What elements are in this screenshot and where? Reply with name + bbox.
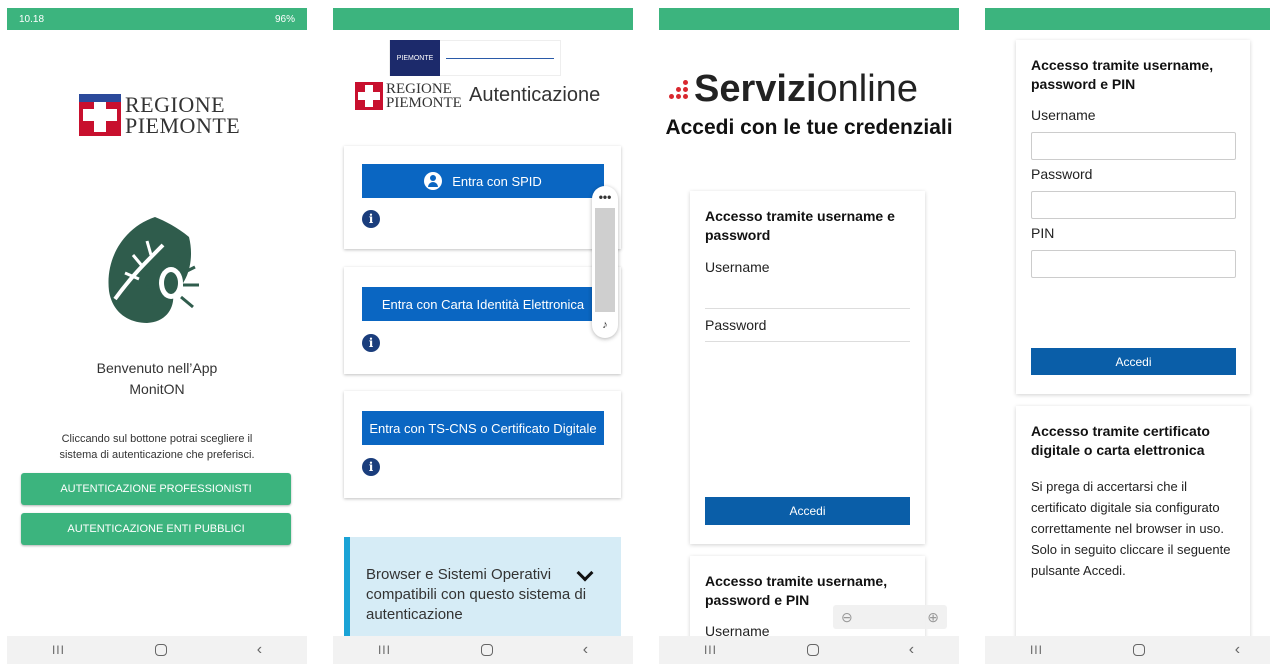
login-card-pin: Accesso tramite username, password e PIN…	[1016, 40, 1250, 394]
more-options-icon[interactable]: •••	[592, 186, 618, 208]
hint-line1: Cliccando sul bottone potrai scegliere i…	[61, 433, 253, 445]
brand-line2: PIEMONTE	[386, 95, 462, 111]
android-nav-bar: III ‹	[7, 636, 307, 664]
pin-input[interactable]	[1031, 250, 1236, 278]
cie-login-button[interactable]: Entra con Carta Identità Elettronica	[362, 287, 604, 321]
page-title: Autenticazione	[469, 84, 601, 106]
username-label: Username	[1031, 107, 1096, 123]
zoom-controls[interactable]: ⊖ ⊕	[833, 605, 947, 629]
home-button[interactable]	[480, 644, 493, 656]
logo-light: online	[816, 68, 918, 110]
password-input[interactable]	[1031, 191, 1236, 219]
recent-apps-button[interactable]: III	[52, 643, 65, 657]
back-button[interactable]: ‹	[583, 641, 588, 659]
login-subtitle: Accedi con le tue credenziali	[665, 116, 953, 139]
home-button[interactable]	[806, 644, 819, 656]
auth-professionisti-button[interactable]: AUTENTICAZIONE PROFESSIONISTI	[21, 473, 291, 505]
top-bar	[985, 8, 1270, 30]
recent-apps-button[interactable]: III	[704, 643, 717, 657]
cns-card: Entra con TS-CNS o Certificato Digitale …	[344, 391, 621, 498]
screen-servizionline: Servizi online Accedi con le tue credenzi…	[659, 8, 959, 664]
screen-login-pin: Accesso tramite username, password e PIN…	[985, 8, 1270, 664]
status-bar: 10.18 96%	[7, 8, 307, 30]
username-input[interactable]	[1031, 132, 1236, 160]
status-time: 10.18	[19, 13, 45, 25]
spid-card: Entra con SPID i	[344, 146, 621, 249]
auth-enti-pubblici-button[interactable]: AUTENTICAZIONE ENTI PUBBLICI	[21, 513, 291, 545]
piemonte-banner: PIEMONTE	[389, 40, 561, 76]
screen-autenticazione: PIEMONTE REGIONE PIEMONTE Autenticazione…	[333, 8, 633, 664]
back-button[interactable]: ‹	[909, 641, 914, 659]
audio-icon[interactable]: ♪	[592, 312, 618, 338]
cie-card: Entra con Carta Identità Elettronica i	[344, 267, 621, 374]
info-icon[interactable]: i	[362, 334, 380, 352]
regione-piemonte-logo: REGIONE PIEMONTE	[355, 81, 462, 111]
spid-login-button[interactable]: Entra con SPID	[362, 164, 604, 198]
info-icon[interactable]: i	[362, 458, 380, 476]
browser-compat-accordion[interactable]: Browser e Sistemi Operativi compatibili …	[344, 537, 621, 637]
card-title: Accesso tramite username, password e PIN	[1031, 57, 1214, 92]
android-nav-bar: III ‹	[985, 636, 1270, 664]
auth-hint: Cliccando sul bottone potrai scegliere i…	[27, 431, 287, 463]
dots-icon	[669, 80, 688, 99]
accedi-button[interactable]: Accedi	[705, 497, 910, 525]
leaf-bug-icon	[103, 213, 209, 332]
certificate-card: Accesso tramite certificato digitale o c…	[1016, 406, 1250, 646]
top-bar	[659, 8, 959, 30]
username-input[interactable]	[705, 281, 910, 309]
home-button[interactable]	[1132, 644, 1145, 656]
user-icon	[424, 172, 443, 190]
zoom-in-icon[interactable]: ⊕	[927, 609, 939, 626]
password-label: Password	[1031, 166, 1093, 182]
accedi-button[interactable]: Accedi	[1031, 348, 1236, 375]
android-nav-bar: III ‹	[659, 636, 959, 664]
recent-apps-button[interactable]: III	[378, 643, 391, 657]
pin-label: PIN	[1031, 225, 1055, 241]
panel-slider[interactable]	[595, 208, 615, 312]
piemonte-flag-icon	[355, 82, 383, 110]
cns-login-button[interactable]: Entra con TS-CNS o Certificato Digitale	[362, 411, 604, 445]
info-icon[interactable]: i	[362, 210, 380, 228]
zoom-out-icon[interactable]: ⊖	[841, 609, 853, 626]
piemonte-flag-icon	[79, 94, 121, 136]
back-button[interactable]: ‹	[257, 641, 262, 659]
banner-label: PIEMONTE	[390, 40, 440, 76]
floating-panel[interactable]: ••• ♪	[592, 186, 618, 338]
android-nav-bar: III ‹	[333, 636, 633, 664]
brand-line1: REGIONE	[386, 81, 452, 97]
status-indicators: 96%	[274, 13, 295, 25]
recent-apps-button[interactable]: III	[1030, 643, 1043, 657]
chevron-down-icon[interactable]	[576, 564, 594, 582]
card-title: Accesso tramite username e password	[705, 208, 895, 243]
home-button[interactable]	[154, 644, 167, 656]
login-card-password: Accesso tramite username e password User…	[690, 191, 925, 544]
screen-monitON-welcome: 10.18 96% REGIONE PIEMONTE Benvenuto nel…	[7, 8, 307, 664]
username-label: Username	[705, 259, 770, 275]
card-title: Accesso tramite certificato digitale o c…	[1031, 423, 1210, 458]
brand-line2: PIEMONTE	[125, 113, 241, 138]
browser-compat-text: Browser e Sistemi Operativi compatibili …	[366, 566, 587, 623]
top-bar	[333, 8, 633, 30]
hint-line2: sistema di autenticazione che preferisci…	[59, 449, 255, 461]
welcome-line1: Benvenuto nell’App	[96, 360, 218, 376]
welcome-line2: MonitON	[129, 381, 185, 397]
brand-line1: REGIONE	[125, 92, 226, 117]
back-button[interactable]: ‹	[1235, 641, 1240, 659]
regione-piemonte-logo: REGIONE PIEMONTE	[79, 92, 241, 138]
servizionline-logo: Servizi online	[669, 68, 918, 111]
certificate-instructions: Si prega di accertarsi che il certificat…	[1031, 479, 1231, 578]
logo-bold: Servizi	[694, 68, 817, 110]
spid-login-label: Entra con SPID	[452, 173, 542, 189]
password-input[interactable]	[705, 314, 910, 342]
welcome-text: Benvenuto nell’App MonitON	[7, 358, 307, 400]
